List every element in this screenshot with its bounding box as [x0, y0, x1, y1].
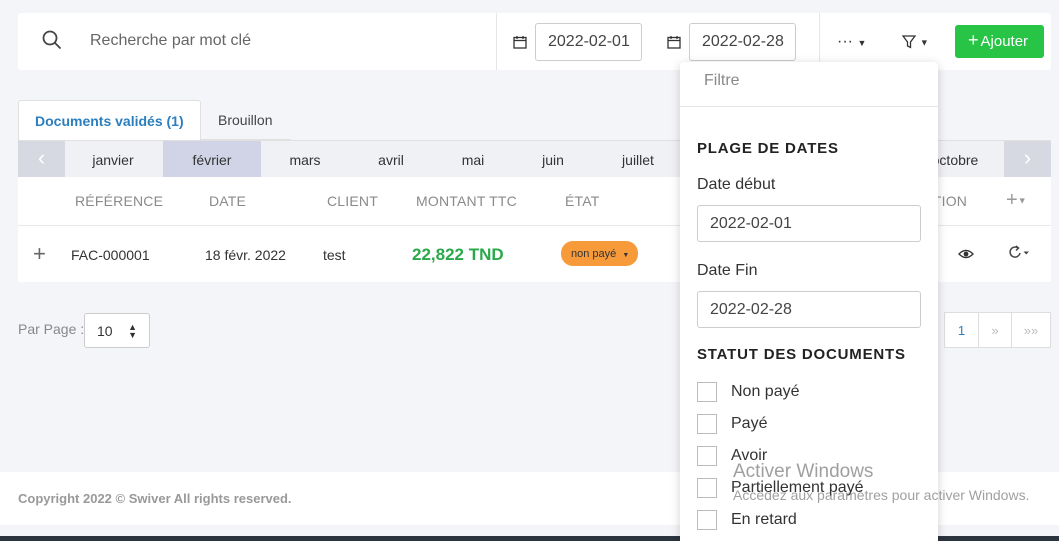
month-item[interactable]: juillet [593, 141, 683, 178]
plus-icon: + [968, 30, 979, 50]
status-label: non payé [571, 248, 617, 260]
add-button[interactable]: + Ajouter [955, 25, 1044, 58]
month-item[interactable]: avril [349, 141, 433, 178]
calendar-icon[interactable] [513, 35, 527, 49]
end-date-input[interactable]: 2022-02-28 [689, 23, 796, 61]
more-label: ··· [837, 33, 853, 50]
refresh-icon[interactable] [1006, 244, 1030, 262]
column-header-client[interactable]: CLIENT [327, 193, 378, 209]
month-item[interactable]: mai [433, 141, 513, 178]
page-last[interactable]: »» [1011, 312, 1051, 348]
filter-dropdown: Filtre PLAGE DE DATES Date début 2022-02… [680, 62, 938, 541]
status-option-label: Avoir [731, 447, 768, 464]
checkbox[interactable] [697, 478, 717, 498]
cell-amount: 22,822 TND [412, 245, 504, 264]
search-input[interactable] [90, 27, 470, 55]
expand-row-icon[interactable]: + [33, 241, 46, 267]
per-page-label: Par Page : [18, 321, 85, 337]
copyright-text: Copyright 2022 © Swiver All rights reser… [18, 491, 292, 506]
eye-icon[interactable] [958, 248, 974, 260]
column-header-reference[interactable]: RÉFÉRENCE [75, 193, 163, 209]
month-item[interactable]: mars [261, 141, 349, 178]
page-next[interactable]: » [978, 312, 1012, 348]
start-date-label: Date début [697, 176, 776, 193]
month-item-selected[interactable]: février [163, 141, 261, 178]
chevron-left-icon[interactable]: ‹ [18, 141, 65, 178]
chevron-right-icon[interactable]: › [1004, 141, 1051, 178]
sort-arrows-icon: ▲ ▼ [128, 322, 137, 340]
add-column-button[interactable]: +▼ [1006, 189, 1027, 212]
column-header-amount[interactable]: MONTANT TTC [416, 193, 517, 209]
checkbox[interactable] [697, 382, 717, 402]
month-item[interactable]: juin [513, 141, 593, 178]
end-date-label: Date Fin [697, 262, 758, 279]
search-icon[interactable] [42, 30, 62, 50]
status-badge[interactable]: non payé ▼ [561, 241, 638, 266]
column-header-status[interactable]: ÉTAT [565, 193, 600, 209]
filter-panel-title: Filtre [704, 72, 740, 89]
chevron-down-icon: ▼ [622, 252, 630, 259]
filter-icon [901, 35, 917, 49]
cell-date: 18 févr. 2022 [205, 247, 286, 263]
date-range-heading: PLAGE DE DATES [697, 140, 839, 157]
per-page-value: 10 [97, 323, 113, 339]
calendar-icon[interactable] [667, 35, 681, 49]
filter-end-date-input[interactable]: 2022-02-28 [697, 291, 921, 328]
filter-start-date-input[interactable]: 2022-02-01 [697, 205, 921, 242]
month-item[interactable]: janvier [65, 141, 161, 178]
start-date-input[interactable]: 2022-02-01 [535, 23, 642, 61]
chevron-down-icon: ▼ [857, 38, 867, 48]
status-option-label: Payé [731, 415, 768, 432]
document-status-heading: STATUT DES DOCUMENTS [697, 346, 906, 363]
page-current[interactable]: 1 [944, 312, 979, 348]
tab-validated-documents[interactable]: Documents validés (1) [18, 100, 201, 140]
status-option-label: En retard [731, 511, 797, 528]
more-options-button[interactable]: ··· ▼ [837, 33, 867, 51]
tab-draft[interactable]: Brouillon [201, 100, 291, 140]
chevron-down-icon: ▼ [919, 37, 929, 48]
status-option-label: Partiellement payé [731, 479, 864, 496]
cell-client: test [323, 247, 346, 263]
checkbox[interactable] [697, 446, 717, 466]
checkbox[interactable] [697, 414, 717, 434]
checkbox[interactable] [697, 510, 717, 530]
divider [680, 106, 938, 107]
status-option-label: Non payé [731, 383, 800, 400]
chevron-down-icon: ▼ [1017, 195, 1027, 206]
column-header-date[interactable]: DATE [209, 193, 246, 209]
divider [496, 13, 497, 70]
cell-reference[interactable]: FAC-000001 [71, 247, 150, 263]
per-page-select[interactable]: 10 ▲ ▼ [84, 313, 150, 348]
filter-button[interactable]: ▼ [901, 33, 932, 51]
add-button-label: Ajouter [980, 33, 1029, 50]
